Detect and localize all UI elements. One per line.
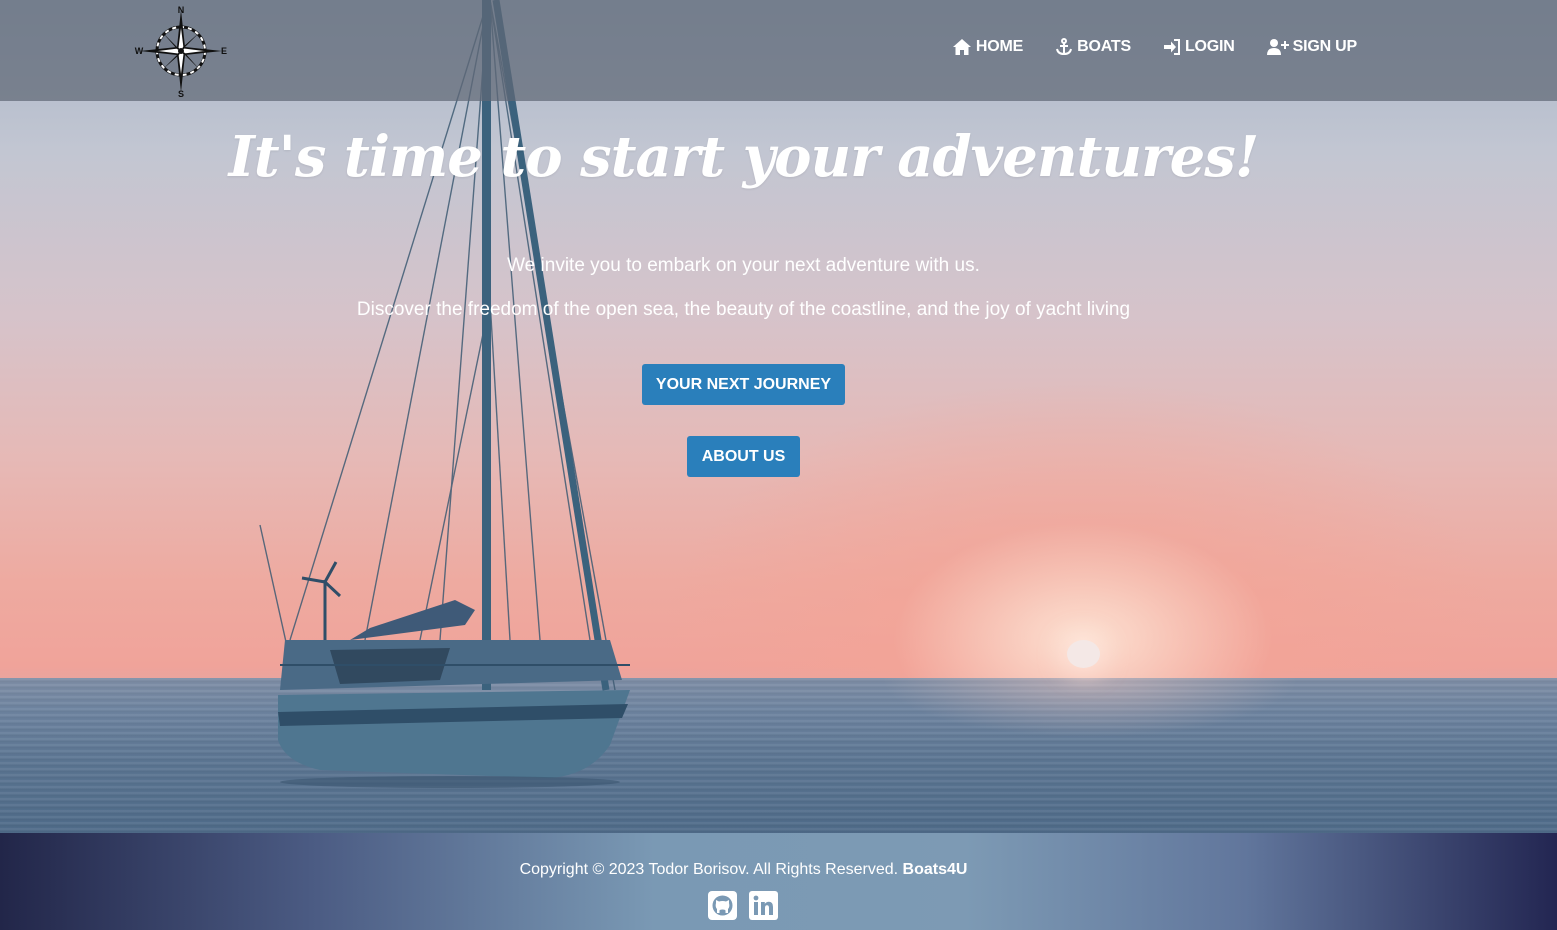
nav-home-link[interactable]: HOME (952, 38, 1023, 56)
hero-headline: It's time to start your adventures! (228, 124, 1260, 190)
page: N S E W HOME BOATS LOGIN SIGN UP It's ti… (0, 0, 1557, 930)
compass-west-label: W (135, 46, 144, 56)
nav-boats-link[interactable]: BOATS (1055, 38, 1131, 56)
nav-signup-label: SIGN UP (1292, 38, 1358, 55)
main-nav: HOME BOATS LOGIN SIGN UP (952, 38, 1357, 56)
compass-north-label: N (178, 5, 185, 15)
sea (0, 678, 1557, 833)
nav-home-label: HOME (975, 38, 1024, 55)
copyright-text: Copyright © 2023 Todor Borisov. All Righ… (0, 861, 1487, 879)
next-journey-button[interactable]: YOUR NEXT JOURNEY (642, 364, 845, 405)
github-icon[interactable] (708, 891, 737, 920)
login-icon (1163, 39, 1180, 55)
nav-signup-link[interactable]: SIGN UP (1266, 38, 1358, 56)
about-us-button[interactable]: ABOUT US (687, 436, 800, 477)
sun (1067, 640, 1100, 668)
brand-name: Boats4U (902, 861, 968, 878)
compass-rose-icon[interactable]: N S E W (132, 2, 230, 100)
user-plus-icon (1266, 39, 1289, 55)
anchor-icon (1056, 38, 1073, 56)
compass-east-label: E (221, 46, 227, 56)
header-bar: N S E W HOME BOATS LOGIN SIGN UP (0, 0, 1557, 101)
linkedin-icon[interactable] (749, 891, 778, 920)
hero-tagline-invite: We invite you to embark on your next adv… (507, 255, 980, 276)
nav-boats-label: BOATS (1077, 38, 1131, 55)
nav-login-label: LOGIN (1184, 38, 1235, 55)
hero-tagline-discover: Discover the freedom of the open sea, th… (356, 299, 1131, 320)
sea-glow (880, 678, 1300, 738)
footer: Copyright © 2023 Todor Borisov. All Righ… (0, 833, 1557, 930)
sailboat-image (259, 0, 630, 788)
nav-login-link[interactable]: LOGIN (1163, 38, 1235, 56)
social-links (708, 891, 778, 920)
compass-south-label: S (178, 89, 184, 99)
home-icon (952, 39, 971, 55)
copyright-notice: Copyright © 2023 Todor Borisov. All Righ… (519, 861, 899, 878)
